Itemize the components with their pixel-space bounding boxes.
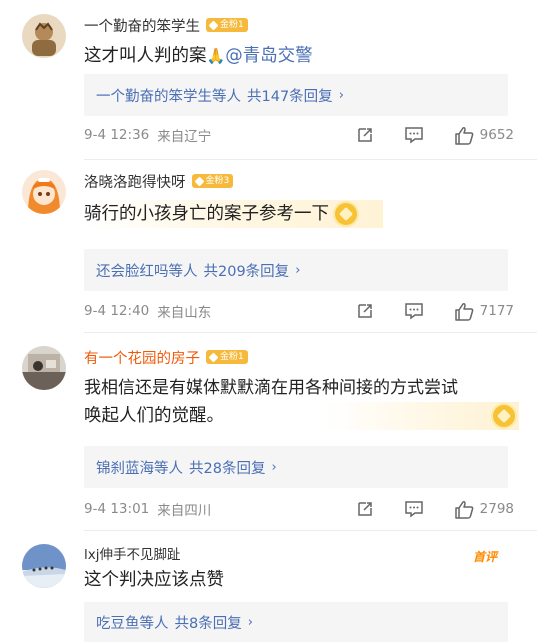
username-row: 有一个花园的房子 金粉1 [84, 346, 248, 368]
like-count: 2798 [479, 501, 514, 517]
like-button[interactable]: 2798 [454, 500, 514, 519]
chevron-right-icon: › [271, 459, 277, 475]
divider [84, 159, 537, 160]
gold-background: 骑行的小孩身亡的案子参考一下 [84, 200, 383, 228]
comment-text-main: 骑行的小孩身亡的案子参考一下 [84, 204, 329, 224]
divider [84, 332, 537, 333]
meta-row: 9-4 13:01 来自四川 2798 [84, 498, 514, 520]
comment-icon[interactable] [404, 302, 424, 320]
fan-badge-label: 金粉1 [220, 352, 244, 362]
username-row: 一个勤奋的笨学生 金粉1 [84, 14, 248, 36]
action-bar: 9652 [326, 124, 514, 146]
comment-text-main: 这个判决应该点赞 [84, 570, 224, 590]
avatar[interactable] [22, 170, 66, 214]
reply-users: 一个勤奋的笨学生等人 [96, 88, 241, 105]
repost-icon[interactable] [356, 500, 374, 518]
meta-row: 9-4 12:40 来自山东 7177 [84, 300, 514, 322]
reply-count: 共8条回复 [174, 615, 242, 632]
medal-icon [335, 203, 357, 225]
username-row: lxj伸手不见脚趾 [84, 542, 181, 564]
comment-location: 来自四川 [157, 503, 212, 519]
comment-text: 这才叫人判的案🙏@青岛交警 [84, 42, 514, 70]
mention-link[interactable]: @青岛交警 [225, 46, 313, 66]
reply-summary[interactable]: 锦刹蓝海等人 共28条回复 › [84, 446, 508, 488]
medal-icon [493, 405, 515, 427]
action-bar: 7177 [326, 300, 514, 322]
comment-text: 我相信还是有媒体默默滴在用各种间接的方式尝试 唤起人们的觉醒。 [84, 374, 519, 430]
fan-badge: 金粉1 [206, 350, 248, 364]
comment-date: 9-4 12:40 [84, 303, 150, 319]
fan-badge-label: 金粉3 [205, 176, 230, 186]
repost-icon[interactable] [356, 126, 374, 144]
username[interactable]: 一个勤奋的笨学生 [84, 15, 200, 36]
reply-summary[interactable]: 还会脸红吗等人 共209条回复 › [84, 249, 508, 291]
reply-summary[interactable]: 一个勤奋的笨学生等人 共147条回复 › [84, 74, 508, 116]
gem-icon [194, 176, 204, 186]
comment-text-main: 这才叫人判的案 [84, 46, 207, 66]
like-icon [454, 126, 473, 145]
fan-badge: 金粉3 [191, 174, 234, 188]
comment-icon[interactable] [404, 126, 424, 144]
comment-location: 来自辽宁 [157, 129, 212, 145]
divider [84, 530, 537, 531]
like-button[interactable]: 7177 [454, 302, 514, 321]
like-count: 9652 [479, 127, 514, 143]
reply-users: 吃豆鱼等人 [96, 615, 169, 632]
emoji: 🙏 [206, 47, 226, 65]
like-icon [454, 302, 473, 321]
reply-count: 共209条回复 [203, 263, 290, 280]
reply-summary[interactable]: 吃豆鱼等人 共8条回复 › [84, 602, 508, 642]
chevron-right-icon: › [295, 262, 301, 278]
action-bar: 2798 [326, 498, 514, 520]
comment-text-line: 我相信还是有媒体默默滴在用各种间接的方式尝试 [84, 378, 458, 398]
repost-icon[interactable] [356, 302, 374, 320]
avatar[interactable] [22, 346, 66, 390]
comment-text-line: 唤起人们的觉醒。 [84, 406, 224, 426]
comment-date: 9-4 12:36 [84, 127, 150, 143]
fan-badge-label: 金粉1 [220, 20, 244, 30]
gem-icon [208, 20, 219, 30]
first-comment-badge: 首评 [472, 550, 497, 564]
comment-icon[interactable] [404, 500, 424, 518]
username[interactable]: lxj伸手不见脚趾 [84, 543, 181, 563]
comment-text: 这个判决应该点赞 [84, 566, 514, 594]
reply-users: 锦刹蓝海等人 [96, 460, 183, 477]
username-row: 洛晓洛跑得快呀 金粉3 [84, 170, 234, 192]
like-count: 7177 [479, 303, 514, 319]
avatar[interactable] [22, 14, 66, 58]
comment-date: 9-4 13:01 [84, 501, 150, 517]
username[interactable]: 洛晓洛跑得快呀 [84, 171, 186, 192]
reply-users: 还会脸红吗等人 [96, 263, 198, 280]
gem-icon [208, 352, 219, 362]
chevron-right-icon: › [338, 87, 344, 103]
reply-count: 共28条回复 [189, 460, 266, 477]
like-icon [454, 500, 473, 519]
fan-badge: 金粉1 [206, 18, 248, 32]
chevron-right-icon: › [247, 614, 253, 630]
comment-location: 来自山东 [157, 305, 212, 321]
reply-count: 共147条回复 [247, 88, 333, 105]
comment-text-line-wrap: 唤起人们的觉醒。 [84, 402, 519, 430]
comment-text: 骑行的小孩身亡的案子参考一下 [84, 200, 514, 228]
avatar[interactable] [22, 544, 66, 588]
username[interactable]: 有一个花园的房子 [84, 347, 200, 368]
meta-row: 9-4 12:36 来自辽宁 9652 [84, 124, 514, 146]
like-button[interactable]: 9652 [454, 126, 514, 145]
